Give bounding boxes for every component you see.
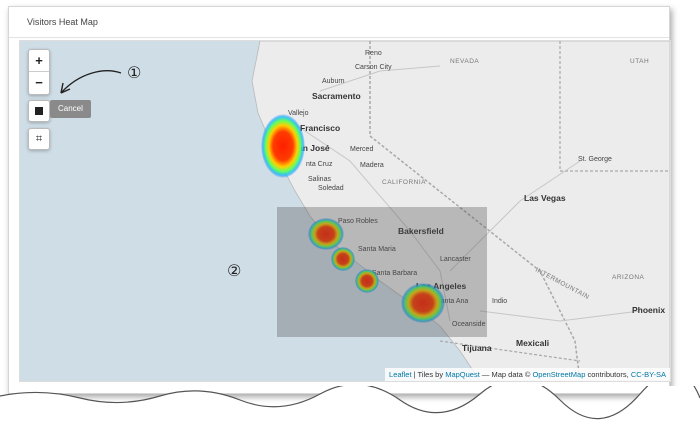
attribution-text: | Tiles by (411, 370, 446, 379)
label-sacramento: Sacramento (312, 91, 361, 101)
label-tijuana: Tijuana (462, 343, 492, 353)
torn-edge (0, 386, 700, 426)
selection-rectangle[interactable] (277, 207, 487, 337)
callout-arrow (60, 70, 122, 94)
label-san-francisco: Francisco (300, 123, 340, 133)
label-madera: Madera (360, 162, 384, 169)
label-reno: Reno (365, 50, 382, 57)
label-california: CALIFORNIA (382, 179, 426, 186)
label-st-george: St. George (578, 156, 612, 163)
label-utah: UTAH (630, 58, 649, 65)
label-mexicali: Mexicali (516, 338, 549, 348)
label-auburn: Auburn (322, 78, 345, 85)
label-nevada: NEVADA (450, 58, 479, 65)
label-santa-cruz: nta Cruz (306, 161, 333, 168)
heat-spot-bay-area (261, 114, 305, 178)
draw-rectangle-button[interactable] (28, 100, 50, 122)
leaflet-link[interactable]: Leaflet (389, 370, 412, 379)
heatmap-panel: Visitors Heat Map Reno Carson City NEVAD… (8, 6, 671, 405)
map-attribution: Leaflet | Tiles by MapQuest — Map data ©… (385, 368, 670, 381)
mapquest-link[interactable]: MapQuest (445, 370, 480, 379)
label-indio: Indio (492, 298, 507, 305)
label-merced: Merced (350, 146, 373, 153)
attribution-text: contributors, (585, 370, 631, 379)
label-las-vegas: Las Vegas (524, 193, 566, 203)
label-carson-city: Carson City (355, 64, 392, 71)
label-salinas: Salinas (308, 176, 331, 183)
attribution-text: — Map data © (479, 370, 533, 379)
zoom-in-button[interactable]: + (29, 50, 49, 72)
square-icon (35, 107, 43, 115)
crop-icon: ⌗ (35, 133, 43, 145)
zoom-control: + − (28, 49, 50, 95)
step-1-marker: ① (127, 63, 142, 82)
step-2-marker: ② (227, 261, 242, 280)
zoom-out-button[interactable]: − (29, 72, 49, 93)
label-soledad: Soledad (318, 185, 344, 192)
label-vallejo: Vallejo (288, 110, 309, 117)
label-phoenix: Phoenix (632, 305, 665, 315)
label-arizona: ARIZONA (612, 274, 645, 281)
panel-title: Visitors Heat Map (9, 7, 669, 38)
osm-link[interactable]: OpenStreetMap (532, 370, 585, 379)
crop-button[interactable]: ⌗ (28, 128, 50, 150)
license-link[interactable]: CC-BY-SA (631, 370, 666, 379)
